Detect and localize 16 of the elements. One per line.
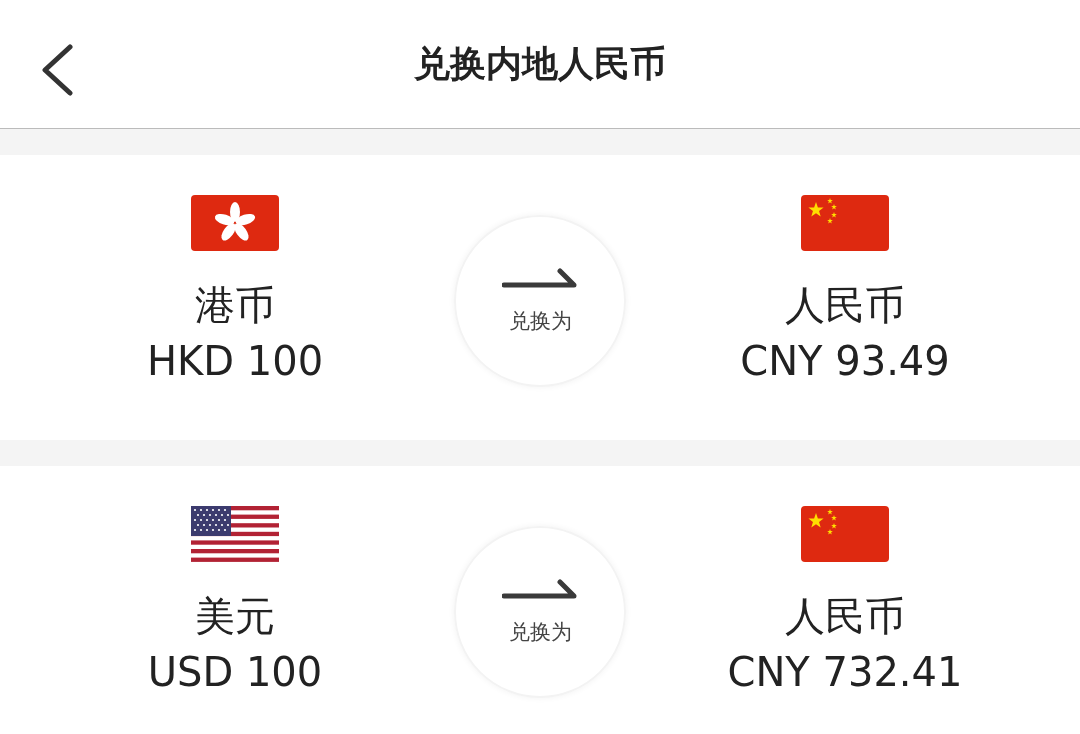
currency-name: 人民币	[785, 592, 905, 640]
flag-icon	[191, 506, 279, 562]
currency-amount: CNY 732.41	[727, 648, 963, 696]
convert-label: 兑换为	[508, 308, 572, 335]
currency-name: 港币	[195, 281, 275, 329]
page-title: 兑换内地人民币	[414, 41, 666, 86]
currency-name: 美元	[195, 592, 275, 640]
flag-icon	[801, 506, 889, 562]
flag-icon	[801, 195, 889, 251]
currency-amount: HKD 100	[146, 337, 324, 385]
currency-amount: USD 100	[147, 648, 323, 696]
flag-icon	[191, 195, 279, 251]
back-icon[interactable]	[40, 44, 74, 96]
currency-amount: CNY 93.49	[740, 337, 950, 385]
convert-label: 兑换为	[508, 619, 572, 646]
currency-name: 人民币	[785, 281, 905, 329]
